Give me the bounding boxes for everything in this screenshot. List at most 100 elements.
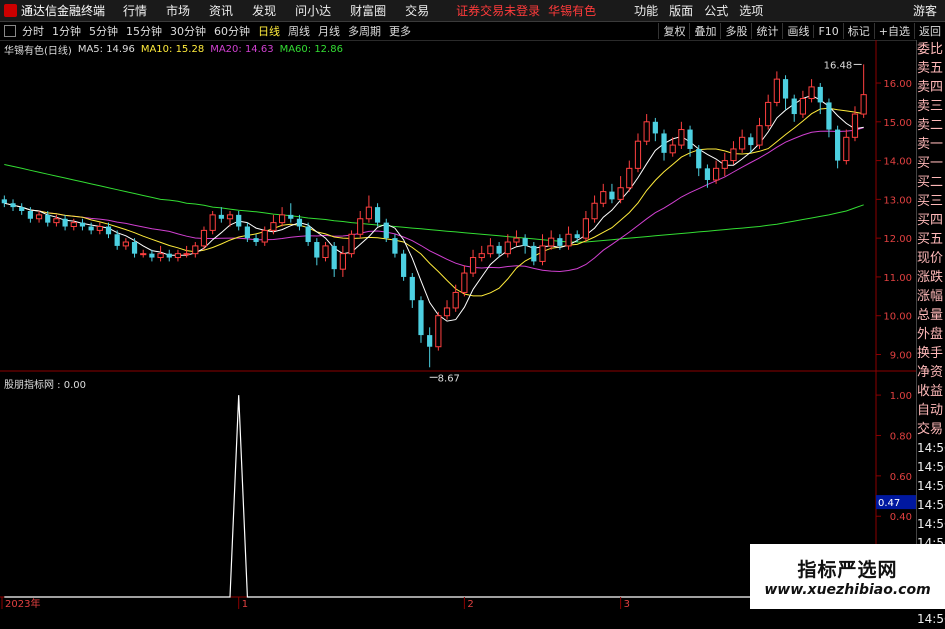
candle-body: [808, 86, 815, 100]
btn-fanhui[interactable]: 返回: [914, 23, 945, 39]
side-label-10[interactable]: 买五: [917, 230, 945, 249]
side-label-11[interactable]: 现价: [917, 249, 945, 268]
period-1min[interactable]: 1分钟: [52, 23, 81, 39]
candle-body: [131, 242, 138, 254]
side-label-9[interactable]: 买四: [917, 211, 945, 230]
btn-diejia[interactable]: 叠加: [689, 23, 720, 39]
period-multi[interactable]: 多周期: [348, 23, 381, 39]
candle-body: [712, 167, 720, 181]
side-label-14[interactable]: 总量: [917, 306, 945, 325]
side-label-0[interactable]: 委比: [917, 40, 945, 59]
menu-wenxiaoda[interactable]: 问小达: [295, 2, 331, 19]
candle-body: [10, 203, 16, 208]
candle-body: [513, 237, 520, 243]
candle-body: [531, 245, 537, 262]
btn-biaoji[interactable]: 标记: [842, 23, 874, 39]
side-label-13[interactable]: 涨幅: [917, 287, 945, 306]
side-label-6[interactable]: 买一: [917, 154, 945, 173]
candle-body: [62, 218, 68, 227]
candle-body: [730, 148, 737, 162]
side-label-15[interactable]: 外盘: [917, 325, 945, 344]
side-label-1[interactable]: 卖五: [917, 59, 945, 78]
cursor-value: 0.47: [878, 498, 900, 509]
side-label-5[interactable]: 卖一: [917, 135, 945, 154]
side-label-12[interactable]: 涨跌: [917, 268, 945, 287]
toggle-box-icon[interactable]: [4, 25, 16, 37]
candle-body: [19, 207, 25, 211]
candle-body: [27, 211, 33, 219]
side-label-30[interactable]: 14:56: [917, 610, 945, 629]
candle-body: [843, 136, 850, 162]
side-label-20[interactable]: 交易: [917, 420, 945, 439]
btn-fuquan[interactable]: 复权: [658, 23, 689, 39]
side-label-16[interactable]: 换手: [917, 344, 945, 363]
menu-banmian[interactable]: 版面: [669, 2, 693, 19]
menu-gongshi[interactable]: 公式: [704, 2, 728, 19]
guest-user[interactable]: 游客: [913, 2, 937, 19]
candle-body: [105, 226, 112, 235]
candle-body: [226, 214, 234, 220]
candle-body: [305, 226, 311, 243]
candle-body: [418, 300, 424, 336]
candle-body: [721, 160, 728, 169]
menu-hangqing[interactable]: 行情: [123, 2, 147, 19]
candle-body: [70, 222, 77, 228]
period-weekly[interactable]: 周线: [288, 23, 310, 39]
side-label-7[interactable]: 买二: [917, 173, 945, 192]
kline-chart[interactable]: 16.0015.0014.0013.0012.0011.0010.009.001…: [0, 40, 916, 609]
period-30min[interactable]: 30分钟: [170, 23, 206, 39]
side-label-21[interactable]: 14:56: [917, 439, 945, 458]
candle-body: [634, 140, 642, 169]
candle-body: [261, 229, 268, 243]
menu-xuanxiang[interactable]: 选项: [739, 2, 763, 19]
candle-body: [739, 136, 746, 150]
candle-body: [748, 137, 754, 146]
period-more[interactable]: 更多: [389, 23, 411, 39]
side-label-22[interactable]: 14:56: [917, 458, 945, 477]
menu-faxian[interactable]: 发现: [252, 2, 276, 19]
candle-body: [782, 79, 789, 99]
candle-body: [643, 121, 650, 142]
time-label: 1: [242, 599, 248, 609]
price-tick-label: 16.00: [883, 79, 912, 90]
side-label-8[interactable]: 买三: [917, 192, 945, 211]
login-warning[interactable]: 证券交易未登录: [456, 2, 540, 19]
candle-body: [45, 214, 51, 223]
candle-body: [609, 191, 615, 200]
side-label-2[interactable]: 卖四: [917, 78, 945, 97]
menu-gongneng[interactable]: 功能: [634, 2, 658, 19]
side-label-25[interactable]: 14:56: [917, 515, 945, 534]
menu-jiaoyi[interactable]: 交易: [405, 2, 429, 19]
side-label-24[interactable]: 14:56: [917, 496, 945, 515]
candle-body: [35, 214, 43, 220]
indicator-line: [4, 395, 864, 598]
candle-body: [53, 218, 60, 224]
btn-zixuan[interactable]: +自选: [873, 23, 914, 39]
period-5min[interactable]: 5分钟: [89, 23, 118, 39]
period-15min[interactable]: 15分钟: [126, 23, 162, 39]
high-annotation: 16.48: [824, 60, 853, 71]
candle-body: [348, 233, 355, 255]
ma10-line: [4, 107, 864, 297]
btn-duogu[interactable]: 多股: [720, 23, 751, 39]
btn-huaxian[interactable]: 画线: [782, 23, 813, 39]
candle-body: [200, 229, 208, 247]
side-label-18[interactable]: 收益: [917, 382, 945, 401]
side-label-17[interactable]: 净资: [917, 363, 945, 382]
period-fenshi[interactable]: 分时: [22, 23, 44, 39]
side-label-3[interactable]: 卖三: [917, 97, 945, 116]
side-label-4[interactable]: 卖二: [917, 116, 945, 135]
side-label-23[interactable]: 14:56: [917, 477, 945, 496]
price-tick-label: 15.00: [883, 118, 912, 129]
btn-f10[interactable]: F10: [813, 24, 842, 38]
period-60min[interactable]: 60分钟: [214, 23, 250, 39]
menu-shichang[interactable]: 市场: [166, 2, 190, 19]
side-label-19[interactable]: 自动: [917, 401, 945, 420]
candle-body: [288, 214, 294, 219]
menu-caifuquan[interactable]: 财富圈: [350, 2, 386, 19]
period-monthly[interactable]: 月线: [318, 23, 340, 39]
period-daily[interactable]: 日线: [258, 23, 280, 39]
btn-tongji[interactable]: 统计: [751, 23, 782, 39]
menu-zixun[interactable]: 资讯: [209, 2, 233, 19]
candle-body: [357, 218, 364, 235]
